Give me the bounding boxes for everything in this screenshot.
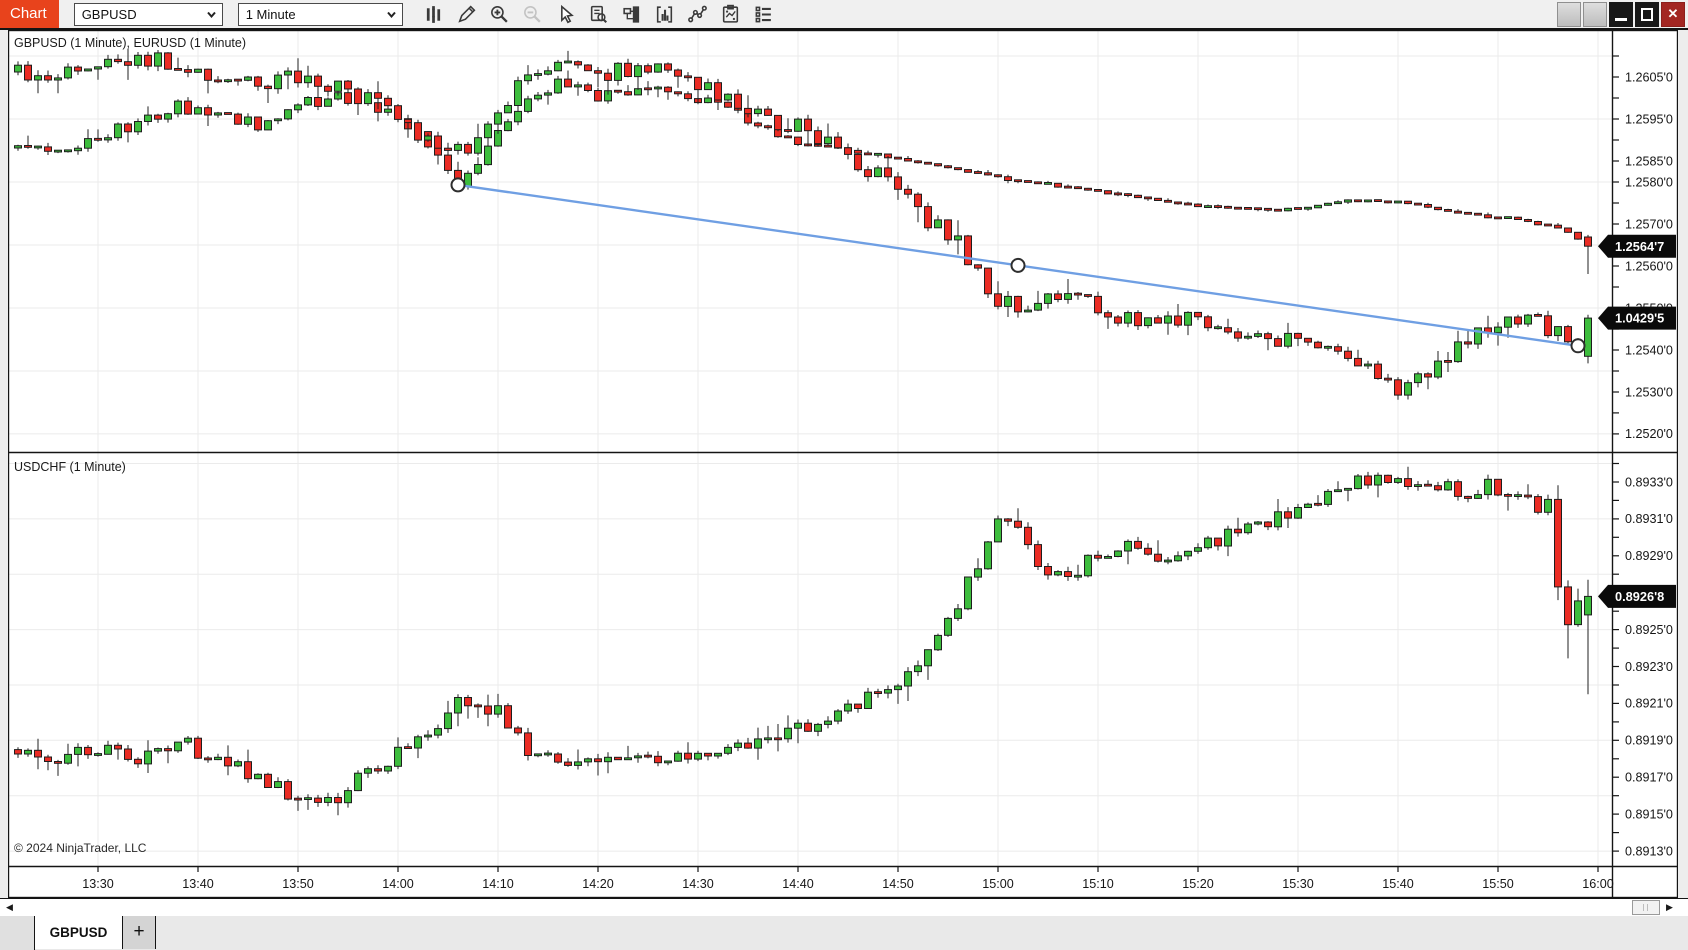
indicators-icon[interactable] xyxy=(652,1,678,27)
svg-text:15:30: 15:30 xyxy=(1282,877,1314,891)
svg-text:1.2530'0: 1.2530'0 xyxy=(1625,385,1673,399)
window-title: Chart xyxy=(0,0,59,28)
svg-text:1.2605'0: 1.2605'0 xyxy=(1625,70,1673,84)
interval-select[interactable]: 1 Minute xyxy=(238,3,403,26)
minimize-icon xyxy=(1615,18,1627,21)
svg-text:1.2585'0: 1.2585'0 xyxy=(1625,154,1673,168)
svg-text:14:20: 14:20 xyxy=(582,877,614,891)
interval-select-value: 1 Minute xyxy=(246,7,296,22)
svg-text:1.2520'0: 1.2520'0 xyxy=(1625,427,1673,441)
scroll-left-arrow-icon[interactable]: ◀ xyxy=(2,900,17,914)
panels-icon[interactable] xyxy=(619,1,645,27)
svg-text:14:40: 14:40 xyxy=(782,877,814,891)
scroll-right-arrow-icon[interactable]: ▶ xyxy=(1662,900,1677,914)
horizontal-scrollbar[interactable]: ◀ ▶ xyxy=(0,898,1688,918)
svg-text:1.2570'0: 1.2570'0 xyxy=(1625,217,1673,231)
zoom-out-icon[interactable] xyxy=(520,1,546,27)
svg-text:0.8921'0: 0.8921'0 xyxy=(1625,697,1673,711)
svg-text:1.0429'5: 1.0429'5 xyxy=(1615,311,1664,326)
strategies-icon[interactable] xyxy=(718,1,744,27)
svg-text:14:10: 14:10 xyxy=(482,877,514,891)
svg-text:0.8917'0: 0.8917'0 xyxy=(1625,771,1673,785)
svg-text:14:30: 14:30 xyxy=(682,877,714,891)
draw-pencil-icon[interactable] xyxy=(454,1,480,27)
svg-text:15:40: 15:40 xyxy=(1382,877,1414,891)
window-buttons: ✕ xyxy=(1555,2,1685,27)
zoom-in-icon[interactable] xyxy=(487,1,513,27)
svg-text:0.8919'0: 0.8919'0 xyxy=(1625,734,1673,748)
data-box-icon[interactable] xyxy=(586,1,612,27)
chart-style-icon[interactable] xyxy=(421,1,447,27)
window-extra-button-2[interactable] xyxy=(1583,2,1607,27)
last-price-tag: 0.8926'8 xyxy=(1598,585,1676,608)
svg-text:1.2560'0: 1.2560'0 xyxy=(1625,259,1673,273)
drawing-tools-icon[interactable] xyxy=(685,1,711,27)
svg-text:0.8933'0: 0.8933'0 xyxy=(1625,475,1673,489)
panel1-series-label: GBPUSD (1 Minute), EURUSD (1 Minute) xyxy=(14,36,246,50)
svg-text:1.2580'0: 1.2580'0 xyxy=(1625,175,1673,189)
minimize-button[interactable] xyxy=(1609,2,1633,27)
last-price-tag: 1.0429'5 xyxy=(1598,307,1676,330)
chart-window: Chart GBPUSD 1 Minute ✕ 1.2605'0 1.2595'0… xyxy=(0,0,1688,950)
svg-text:15:20: 15:20 xyxy=(1182,877,1214,891)
instrument-select[interactable]: GBPUSD xyxy=(74,3,223,26)
window-extra-button-1[interactable] xyxy=(1557,2,1581,27)
svg-text:13:30: 13:30 xyxy=(82,877,114,891)
svg-text:0.8931'0: 0.8931'0 xyxy=(1625,512,1673,526)
scrollbar-thumb[interactable] xyxy=(1632,900,1660,915)
svg-text:1.2540'0: 1.2540'0 xyxy=(1625,343,1673,357)
maximize-icon xyxy=(1641,8,1653,21)
chart-canvas[interactable]: 1.2605'0 1.2595'0 1.2585'0 1.2580'0 1.2570'0… xyxy=(8,30,1678,898)
tab-corner xyxy=(0,916,35,950)
toolbar: Chart GBPUSD 1 Minute ✕ xyxy=(0,0,1688,30)
chevron-down-icon xyxy=(385,8,398,21)
svg-text:14:00: 14:00 xyxy=(382,877,414,891)
svg-text:0.8926'8: 0.8926'8 xyxy=(1615,589,1664,604)
add-tab-button[interactable]: + xyxy=(123,916,156,949)
svg-text:15:10: 15:10 xyxy=(1082,877,1114,891)
window-left-border xyxy=(0,30,8,898)
svg-text:14:50: 14:50 xyxy=(882,877,914,891)
svg-text:0.8925'0: 0.8925'0 xyxy=(1625,623,1673,637)
tab-bar: GBPUSD + xyxy=(0,916,1688,950)
maximize-button[interactable] xyxy=(1635,2,1659,27)
instrument-select-value: GBPUSD xyxy=(82,7,137,22)
close-button[interactable]: ✕ xyxy=(1661,2,1685,27)
tab-gbpusd[interactable]: GBPUSD xyxy=(35,916,123,949)
svg-text:1.2595'0: 1.2595'0 xyxy=(1625,112,1673,126)
svg-text:13:40: 13:40 xyxy=(182,877,214,891)
chevron-down-icon xyxy=(205,8,218,21)
svg-text:0.8915'0: 0.8915'0 xyxy=(1625,807,1673,821)
svg-text:1.2564'7: 1.2564'7 xyxy=(1615,239,1664,254)
properties-icon[interactable] xyxy=(751,1,777,27)
cursor-icon[interactable] xyxy=(553,1,579,27)
last-price-tag: 1.2564'7 xyxy=(1598,235,1676,258)
window-right-border xyxy=(1678,30,1688,898)
svg-text:0.8923'0: 0.8923'0 xyxy=(1625,660,1673,674)
panel2-series-label: USDCHF (1 Minute) xyxy=(14,460,126,474)
svg-text:13:50: 13:50 xyxy=(282,877,314,891)
svg-text:0.8913'0: 0.8913'0 xyxy=(1625,844,1673,858)
svg-text:15:00: 15:00 xyxy=(982,877,1014,891)
svg-text:15:50: 15:50 xyxy=(1482,877,1514,891)
copyright-text: © 2024 NinjaTrader, LLC xyxy=(14,841,146,855)
toolbar-icons xyxy=(421,1,784,27)
svg-text:0.8929'0: 0.8929'0 xyxy=(1625,549,1673,563)
svg-text:16:00: 16:00 xyxy=(1582,877,1614,891)
chart-area[interactable]: 1.2605'0 1.2595'0 1.2585'0 1.2580'0 1.2570'0… xyxy=(8,30,1678,898)
